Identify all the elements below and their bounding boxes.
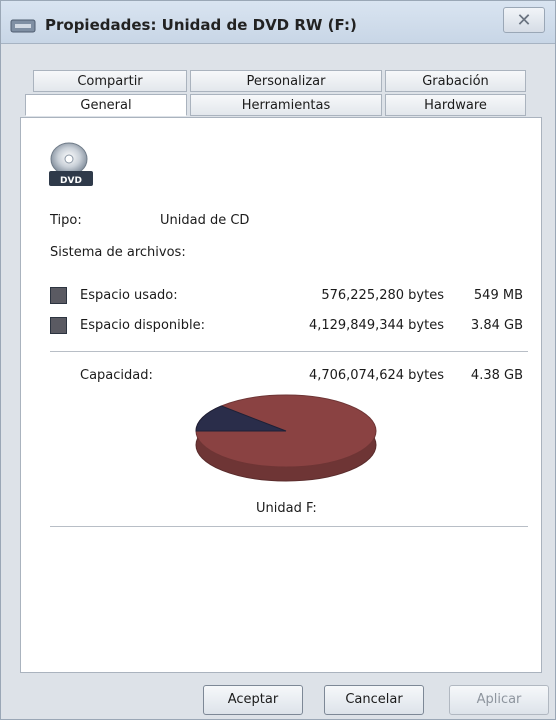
tab-grabacion[interactable]: Grabación [385, 70, 526, 92]
tab-personalizar[interactable]: Personalizar [190, 70, 382, 92]
drive-app-icon [10, 19, 36, 33]
used-space-swatch [50, 287, 67, 304]
title-bar[interactable]: Propiedades: Unidad de DVD RW (F:) ✕ [1, 1, 555, 44]
accept-button[interactable]: Aceptar [203, 685, 303, 715]
capacity-bytes: 4,706,074,624 bytes [308, 368, 444, 383]
close-icon: ✕ [516, 9, 532, 31]
tab-compartir[interactable]: Compartir [33, 70, 187, 92]
tab-hardware[interactable]: Hardware [385, 94, 526, 116]
cancel-button[interactable]: Cancelar [324, 685, 424, 715]
capacity-size: 4.38 GB [470, 368, 523, 383]
usage-pie-chart [195, 394, 377, 482]
window-title: Propiedades: Unidad de DVD RW (F:) [45, 16, 357, 34]
drive-label: Unidad F: [256, 501, 317, 516]
tipo-label: Tipo: [50, 213, 82, 228]
tab-general[interactable]: General [25, 94, 187, 116]
properties-window: Propiedades: Unidad de DVD RW (F:) ✕ Com… [0, 0, 556, 720]
tab-herramientas[interactable]: Herramientas [190, 94, 382, 116]
separator [50, 526, 528, 527]
used-space-label: Espacio usado: [80, 288, 178, 303]
svg-text:DVD: DVD [60, 176, 82, 186]
separator [50, 351, 528, 352]
free-space-swatch [50, 317, 67, 334]
dvd-drive-icon: DVD [49, 142, 93, 186]
filesystem-label: Sistema de archivos: [50, 245, 186, 260]
free-space-label: Espacio disponible: [80, 318, 205, 333]
close-button[interactable]: ✕ [503, 7, 545, 33]
apply-button[interactable]: Aplicar [449, 685, 549, 715]
used-space-bytes: 576,225,280 bytes [321, 288, 444, 303]
capacity-label: Capacidad: [80, 368, 153, 383]
tipo-value: Unidad de CD [160, 213, 250, 228]
free-space-size: 3.84 GB [470, 318, 523, 333]
used-space-size: 549 MB [473, 288, 523, 303]
free-space-bytes: 4,129,849,344 bytes [308, 318, 444, 333]
